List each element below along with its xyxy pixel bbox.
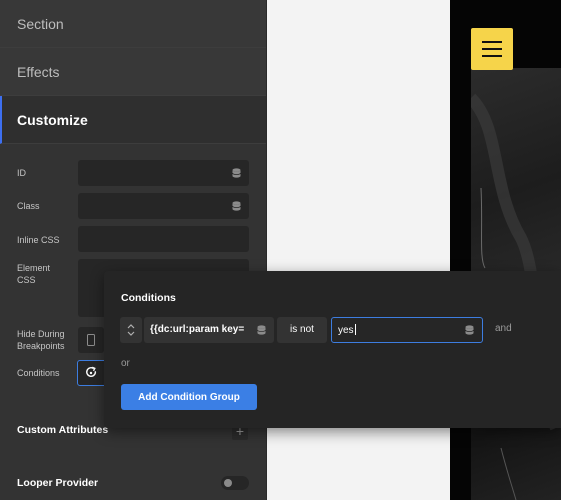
accordion-section-label: Section xyxy=(17,15,64,32)
id-label: ID xyxy=(17,168,26,178)
hide-breakpoints-label: Hide During Breakpoints xyxy=(17,329,65,351)
element-css-label: Element CSS xyxy=(17,263,51,285)
condition-value-field[interactable]: yes xyxy=(331,317,483,343)
accordion-section[interactable]: Section xyxy=(0,0,266,48)
conditions-label: Conditions xyxy=(17,368,60,378)
id-field[interactable] xyxy=(78,160,249,186)
conditions-popover: Conditions {{dc:url:param key= is not ye… xyxy=(104,271,561,428)
toggle-knob xyxy=(224,479,232,487)
database-icon[interactable] xyxy=(232,201,241,211)
inline-css-field[interactable] xyxy=(78,226,249,252)
accordion-customize[interactable]: Customize xyxy=(0,96,266,144)
condition-sort-handle[interactable] xyxy=(120,317,142,343)
condition-key-field[interactable]: {{dc:url:param key= xyxy=(144,317,274,343)
accordion-effects-label: Effects xyxy=(17,63,60,80)
and-condition-link[interactable]: and xyxy=(495,323,512,334)
condition-operator-select[interactable]: is not xyxy=(277,317,327,343)
add-condition-group-button[interactable]: Add Condition Group xyxy=(121,384,257,410)
condition-key-value: {{dc:url:param key= xyxy=(150,324,245,335)
condition-operator-value: is not xyxy=(290,324,314,335)
inline-css-label: Inline CSS xyxy=(17,235,60,245)
custom-attributes-title: Custom Attributes xyxy=(17,424,109,436)
accordion-customize-label: Customize xyxy=(17,111,88,128)
menu-toggle-button[interactable] xyxy=(471,28,513,70)
database-icon[interactable] xyxy=(257,325,266,335)
looper-provider-toggle[interactable] xyxy=(221,476,249,490)
database-icon[interactable] xyxy=(465,325,474,335)
class-label: Class xyxy=(17,201,40,211)
conditions-button[interactable] xyxy=(77,360,107,386)
condition-value-text: yes xyxy=(338,324,356,336)
accordion-effects[interactable]: Effects xyxy=(0,48,266,96)
or-separator: or xyxy=(121,358,130,369)
class-field[interactable] xyxy=(78,193,249,219)
database-icon[interactable] xyxy=(232,168,241,178)
conditions-popover-title: Conditions xyxy=(121,292,176,304)
looper-provider-title: Looper Provider xyxy=(17,477,99,489)
conditions-icon xyxy=(86,366,97,377)
sort-icon xyxy=(127,324,135,336)
phone-icon xyxy=(87,334,95,346)
phone-breakpoint-button[interactable] xyxy=(78,327,104,353)
